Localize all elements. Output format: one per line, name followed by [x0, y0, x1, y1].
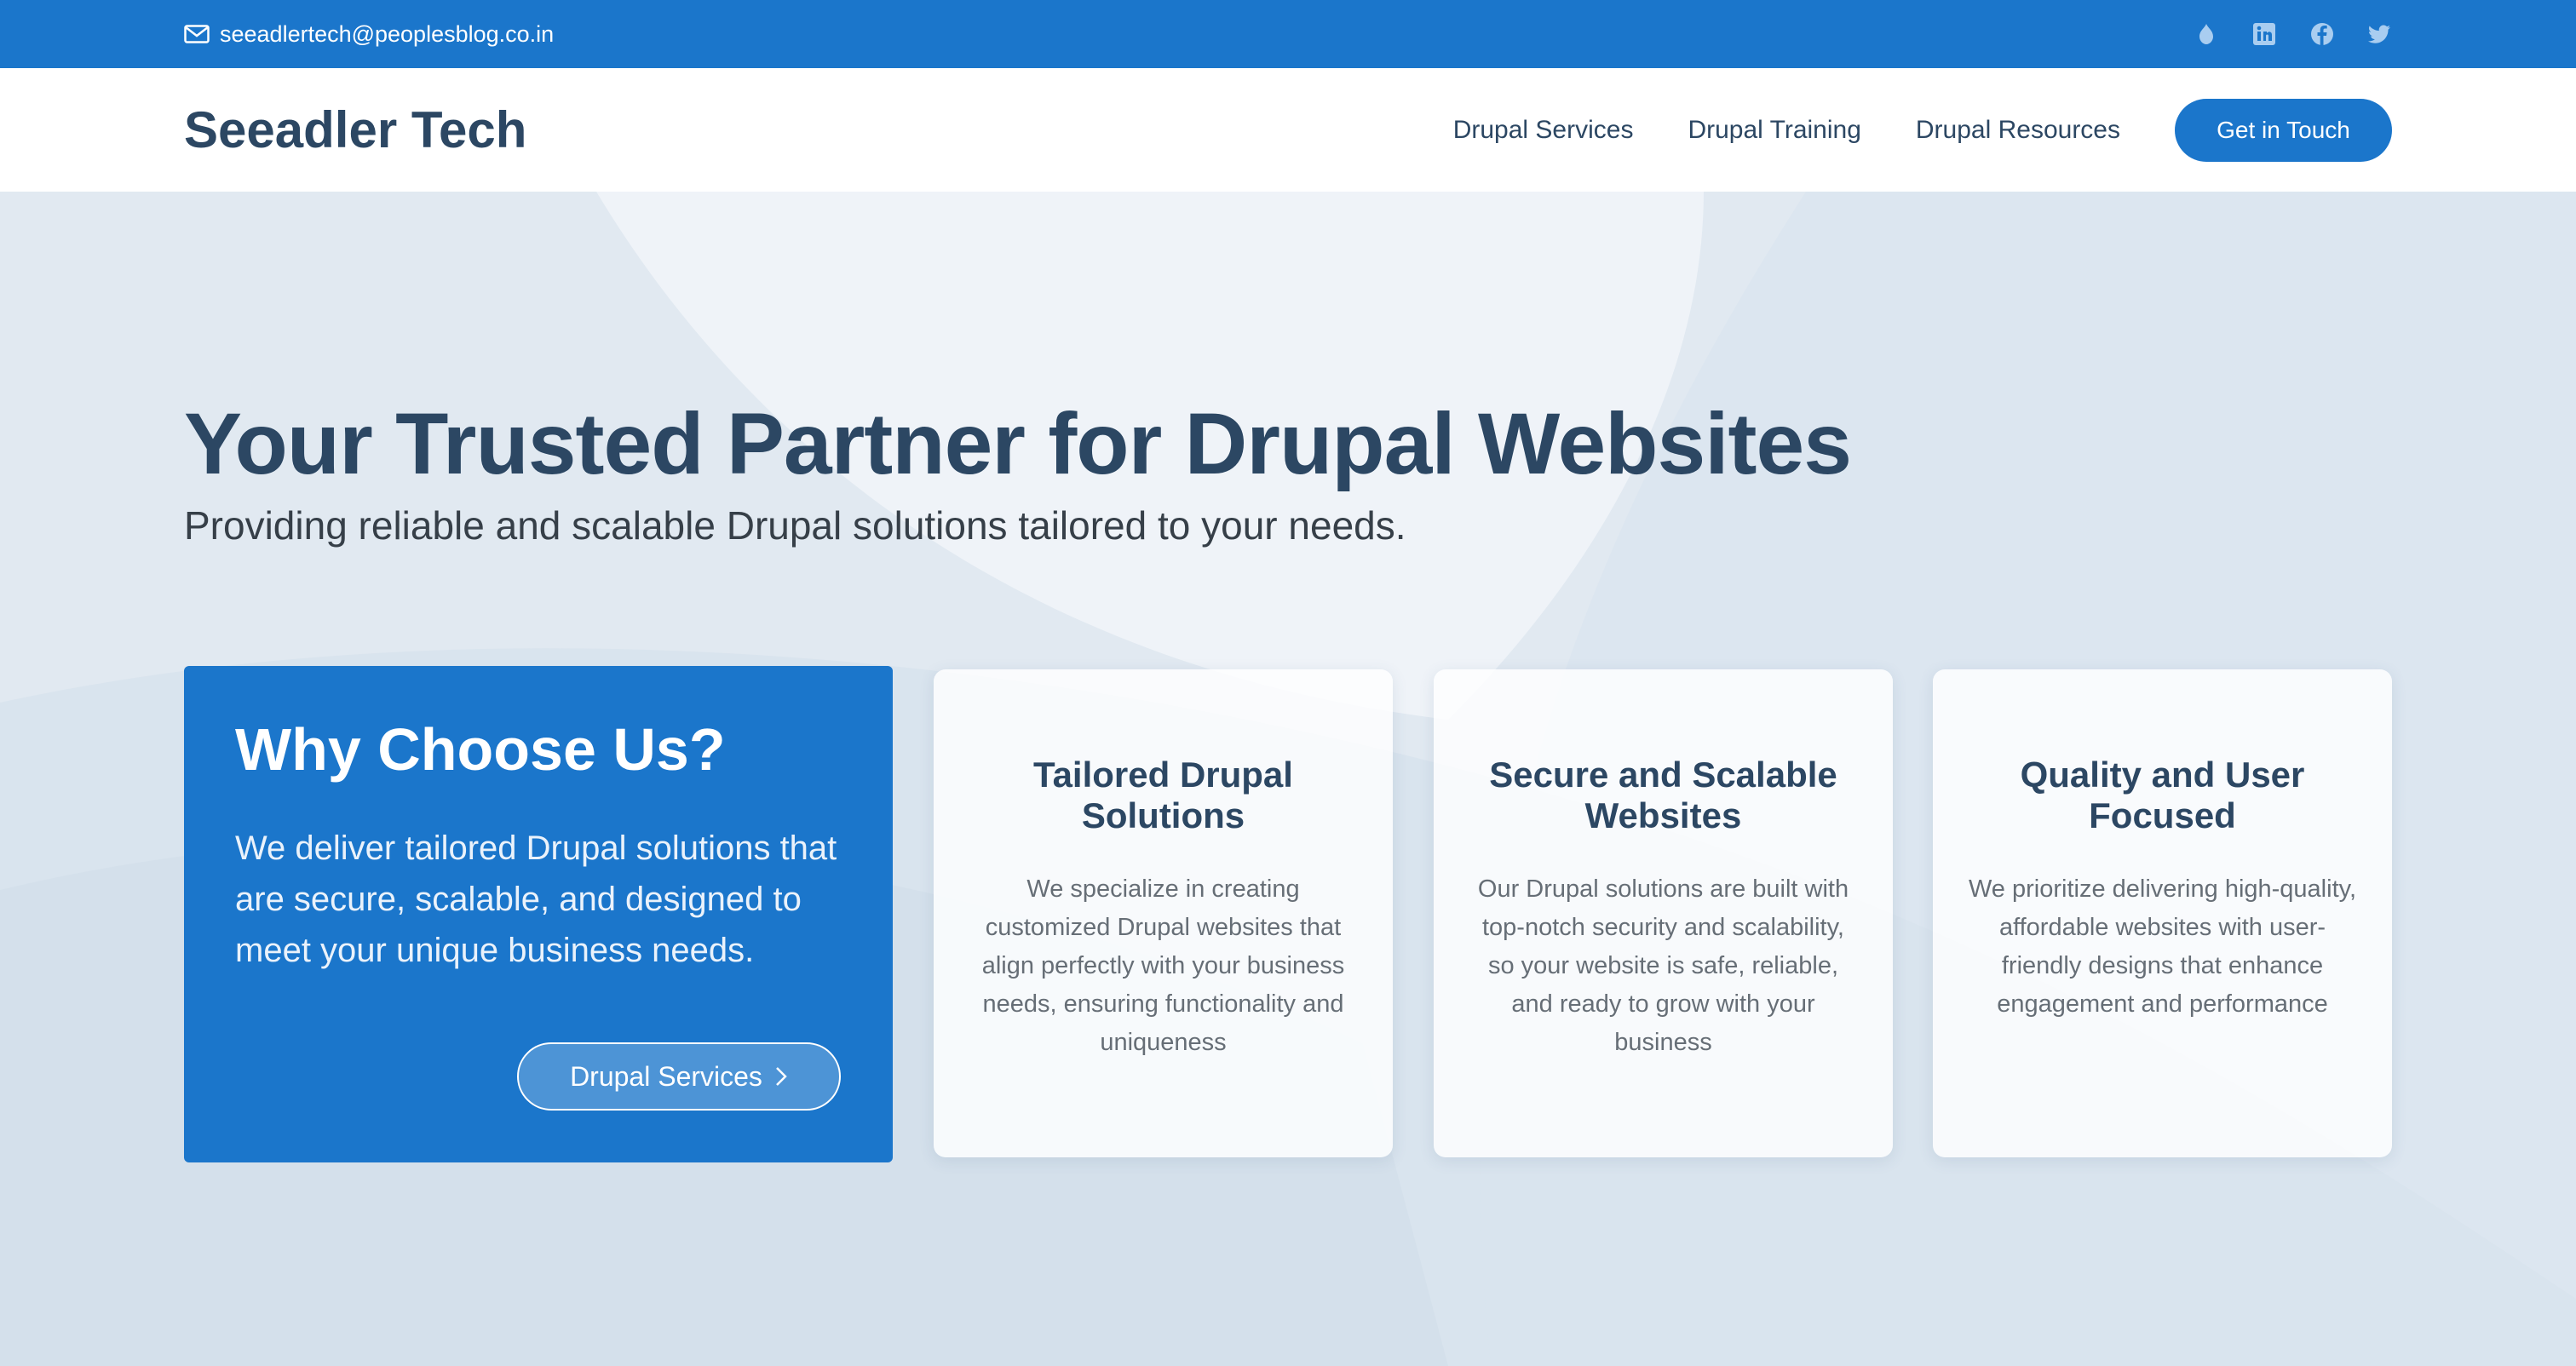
contact-email[interactable]: seeadlertech@peoplesblog.co.in: [184, 0, 554, 68]
feature-card-text: We specialize in creating customized Dru…: [981, 875, 1345, 1056]
feature-card-text: We prioritize delivering high-quality, a…: [1968, 875, 2357, 1018]
email-text: seeadlertech@peoplesblog.co.in: [220, 20, 555, 47]
get-in-touch-button[interactable]: Get in Touch: [2175, 98, 2392, 162]
drupal-icon[interactable]: [2194, 22, 2218, 46]
nav-drupal-resources[interactable]: Drupal Resources: [1916, 116, 2120, 145]
why-choose-us-panel: Why Choose Us? We deliver tailored Drupa…: [184, 666, 893, 1162]
main-nav: Drupal Services Drupal Training Drupal R…: [1453, 68, 2392, 192]
feature-card-title: Tailored Drupal Solutions: [1033, 755, 1293, 835]
twitter-icon[interactable]: [2368, 22, 2392, 46]
hero-section: Your Trusted Partner for Drupal Websites…: [0, 192, 2576, 1366]
facebook-icon[interactable]: [2310, 22, 2334, 46]
top-bar: seeadlertech@peoplesblog.co.in: [0, 0, 2576, 68]
site-header: Seeadler Tech Drupal Services Drupal Tra…: [0, 68, 2576, 192]
hero-subtitle: Providing reliable and scalable Drupal s…: [184, 503, 1406, 548]
drupal-services-button[interactable]: Drupal Services: [517, 1042, 841, 1111]
chevron-right-icon: [776, 1067, 787, 1086]
hero-title: Your Trusted Partner for Drupal Websites: [184, 395, 1852, 492]
feature-card-title: Quality and User Focused: [2020, 755, 2305, 835]
feature-card-secure: Secure and Scalable Websites Our Drupal …: [1434, 669, 1893, 1157]
linkedin-icon[interactable]: [2252, 22, 2276, 46]
nav-drupal-training[interactable]: Drupal Training: [1688, 116, 1860, 145]
feature-card-title: Secure and Scalable Websites: [1489, 755, 1837, 835]
feature-card-text: Our Drupal solutions are built with top-…: [1477, 875, 1849, 1056]
nav-drupal-services[interactable]: Drupal Services: [1453, 116, 1634, 145]
site-logo[interactable]: Seeadler Tech: [184, 68, 526, 192]
social-links: [2194, 0, 2392, 68]
drupal-services-button-label: Drupal Services: [570, 1060, 762, 1092]
feature-card-tailored: Tailored Drupal Solutions We specialize …: [934, 669, 1393, 1157]
feature-card-quality: Quality and User Focused We prioritize d…: [1933, 669, 2392, 1157]
mail-icon: [184, 25, 210, 43]
why-text: We deliver tailored Drupal solutions tha…: [235, 829, 837, 969]
why-title: Why Choose Us?: [235, 716, 726, 783]
